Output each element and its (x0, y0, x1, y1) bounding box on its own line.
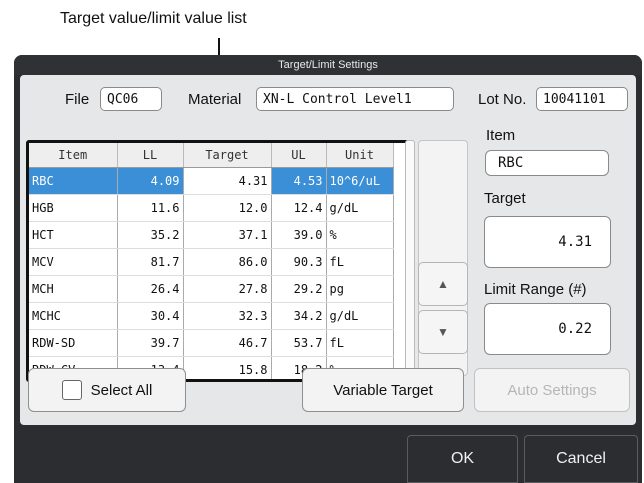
target-label: Target (484, 190, 526, 207)
target-field[interactable]: 4.31 (484, 216, 611, 268)
cell-ul[interactable]: 39.0 (271, 221, 327, 249)
dialog-title: Target/Limit Settings (14, 55, 642, 75)
cell-ul[interactable]: 29.2 (271, 275, 327, 303)
cell-target[interactable]: 37.1 (183, 221, 272, 249)
material-field[interactable]: XN-L Control Level1 (256, 87, 454, 111)
dialog-panel: File QC06 Material XN-L Control Level1 L… (20, 75, 636, 425)
cell-ll[interactable]: 26.4 (117, 275, 184, 303)
checkbox-icon[interactable] (61, 380, 82, 400)
column-header-ll[interactable]: LL (117, 143, 184, 168)
cell-unit: 10^6/uL (326, 167, 394, 195)
column-header-unit[interactable]: Unit (326, 143, 394, 168)
variable-target-button[interactable]: Variable Target (302, 368, 464, 412)
limit-range-label: Limit Range (#) (484, 281, 587, 298)
lot-field[interactable]: 10041101 (536, 87, 628, 111)
cell-ul[interactable]: 90.3 (271, 248, 327, 276)
table-row[interactable]: HCT 35.2 37.1 39.0 % (29, 221, 394, 249)
column-header-target[interactable]: Target (183, 143, 272, 168)
item-field[interactable]: RBC (485, 150, 609, 176)
cell-item: HCT (29, 221, 118, 249)
column-header-item[interactable]: Item (29, 143, 118, 168)
cell-ul[interactable]: 53.7 (271, 329, 327, 357)
cell-item: HGB (29, 194, 118, 222)
cell-unit: % (326, 221, 394, 249)
cell-ul[interactable]: 12.4 (271, 194, 327, 222)
cell-ll[interactable]: 11.6 (117, 194, 184, 222)
material-label: Material (188, 91, 242, 108)
cell-unit: fL (326, 329, 394, 357)
select-all-button[interactable]: Select All (28, 368, 186, 412)
horizontal-divider-scrollbar[interactable] (405, 140, 415, 378)
cell-target[interactable]: 27.8 (183, 275, 272, 303)
table-row[interactable]: MCHC 30.4 32.3 34.2 g/dL (29, 302, 394, 330)
file-field[interactable]: QC06 (100, 87, 162, 111)
annotation-caption: Target value/limit value list (60, 10, 247, 27)
auto-settings-button[interactable]: Auto Settings (474, 368, 630, 412)
cell-ll[interactable]: 39.7 (117, 329, 184, 357)
cell-ul[interactable]: 34.2 (271, 302, 327, 330)
cell-unit: pg (326, 275, 394, 303)
file-label: File (65, 91, 90, 108)
cell-target[interactable]: 32.3 (183, 302, 272, 330)
cell-unit: g/dL (326, 194, 394, 222)
cell-unit: g/dL (326, 302, 394, 330)
item-label: Item (486, 127, 516, 144)
triangle-down-icon: ▼ (437, 325, 449, 339)
table-row[interactable]: HGB 11.6 12.0 12.4 g/dL (29, 194, 394, 222)
cell-ul[interactable]: 4.53 (271, 167, 327, 195)
lot-label: Lot No. (478, 91, 527, 108)
cell-ll[interactable]: 35.2 (117, 221, 184, 249)
cell-ll[interactable]: 4.09 (117, 167, 184, 195)
cell-target[interactable]: 86.0 (183, 248, 272, 276)
table-row[interactable]: MCV 81.7 86.0 90.3 fL (29, 248, 394, 276)
triangle-up-icon: ▲ (437, 277, 449, 291)
cell-item: RBC (29, 167, 118, 195)
table-header-row: Item LL Target UL Unit (29, 143, 394, 168)
column-header-ul[interactable]: UL (271, 143, 327, 168)
cell-item: MCV (29, 248, 118, 276)
ok-button[interactable]: OK (407, 435, 518, 483)
target-limit-table[interactable]: Item LL Target UL Unit RBC 4.09 4.31 4.5… (26, 140, 409, 382)
cell-target[interactable]: 12.0 (183, 194, 272, 222)
target-limit-dialog: Target/Limit Settings File QC06 Material… (14, 55, 642, 483)
limit-range-field[interactable]: 0.22 (484, 303, 611, 355)
table-row[interactable]: RDW-SD 39.7 46.7 53.7 fL (29, 329, 394, 357)
cell-ll[interactable]: 30.4 (117, 302, 184, 330)
select-all-label: Select All (90, 381, 153, 399)
cell-item: RDW-SD (29, 329, 118, 357)
scroll-down-button[interactable]: ▼ (418, 310, 468, 354)
cell-item: MCH (29, 275, 118, 303)
cell-target[interactable]: 15.8 (183, 356, 272, 379)
cell-item: MCHC (29, 302, 118, 330)
cell-ll[interactable]: 81.7 (117, 248, 184, 276)
cell-target[interactable]: 4.31 (183, 167, 272, 195)
cell-target[interactable]: 46.7 (183, 329, 272, 357)
table-row-selected[interactable]: RBC 4.09 4.31 4.53 10^6/uL (29, 167, 394, 195)
table-row[interactable]: MCH 26.4 27.8 29.2 pg (29, 275, 394, 303)
scroll-up-button[interactable]: ▲ (418, 262, 468, 306)
cancel-button[interactable]: Cancel (524, 435, 638, 483)
cell-unit: fL (326, 248, 394, 276)
